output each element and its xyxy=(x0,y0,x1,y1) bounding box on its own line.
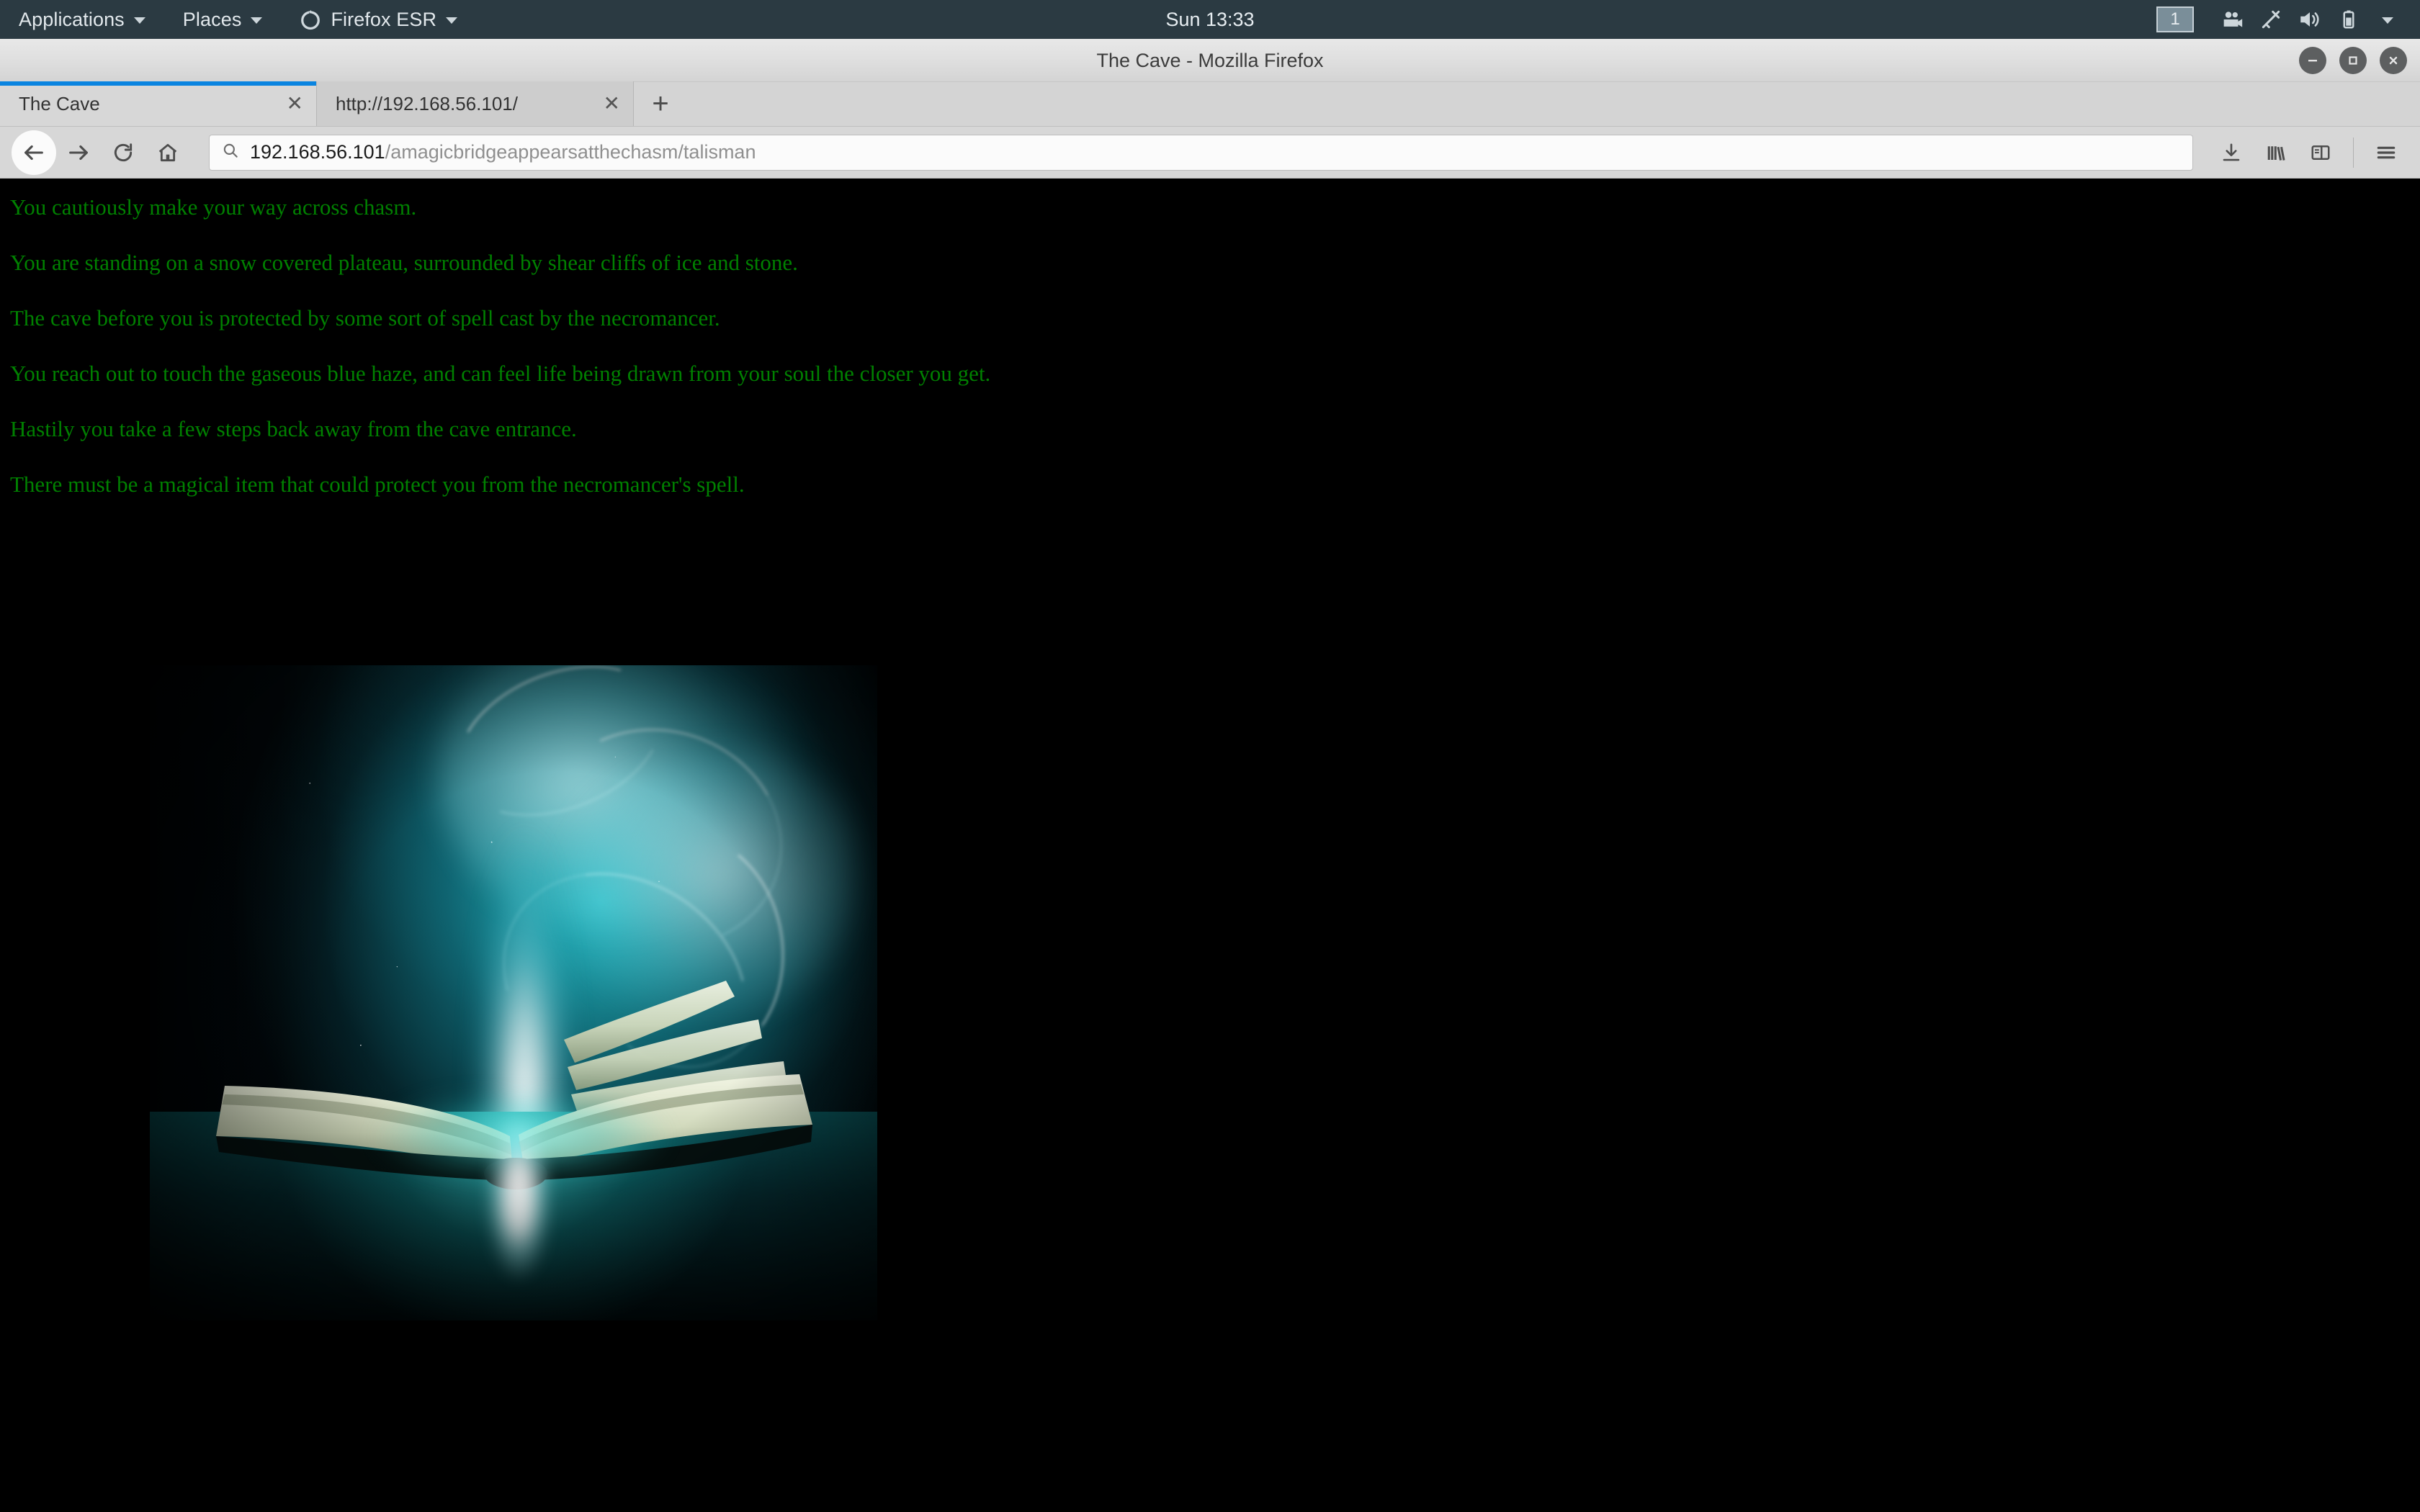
window-titlebar: The Cave - Mozilla Firefox xyxy=(0,39,2420,82)
reload-button[interactable] xyxy=(101,130,145,175)
screen-recorder-icon[interactable] xyxy=(2213,0,2251,39)
toolbar-right-buttons xyxy=(2209,130,2408,175)
workspace-number: 1 xyxy=(2170,9,2180,29)
story-line: Hastily you take a few steps back away f… xyxy=(10,416,577,441)
tab-the-cave[interactable]: The Cave ✕ xyxy=(0,81,317,126)
url-bar-text: 192.168.56.101/amagicbridgeappearsatthec… xyxy=(250,141,756,163)
tab-strip: The Cave ✕ http://192.168.56.101/ ✕ + xyxy=(0,81,2420,127)
new-tab-button[interactable]: + xyxy=(634,81,687,126)
downloads-button[interactable] xyxy=(2209,130,2254,175)
sidebar-button[interactable] xyxy=(2298,130,2343,175)
url-path: /amagicbridgeappearsatthechasm/talisman xyxy=(385,141,756,163)
tab-close-icon[interactable]: ✕ xyxy=(258,94,303,114)
minimize-button[interactable] xyxy=(2299,47,2326,74)
places-menu-label: Places xyxy=(182,8,242,30)
firefox-icon xyxy=(300,9,321,30)
url-host: 192.168.56.101 xyxy=(250,141,385,163)
firefox-window: The Cave - Mozilla Firefox The Cave ✕ ht… xyxy=(0,39,2420,1512)
workspace-indicator[interactable]: 1 xyxy=(2156,6,2194,32)
tab-close-icon[interactable]: ✕ xyxy=(575,94,620,114)
chevron-down-icon xyxy=(133,17,145,24)
story-line: You cautiously make your way across chas… xyxy=(10,194,417,220)
tab-label: The Cave xyxy=(19,92,100,114)
magic-book-image xyxy=(150,665,877,1320)
window-title: The Cave - Mozilla Firefox xyxy=(1096,50,1324,71)
tab-192-168-56-101[interactable]: http://192.168.56.101/ ✕ xyxy=(317,81,634,126)
system-menu-chevron-icon[interactable] xyxy=(2368,0,2407,39)
search-icon xyxy=(221,141,240,163)
story-line: You reach out to touch the gaseous blue … xyxy=(10,361,991,386)
page-content: You cautiously make your way across chas… xyxy=(0,179,2420,1512)
url-bar[interactable]: 192.168.56.101/amagicbridgeappearsatthec… xyxy=(209,134,2193,171)
tab-label: http://192.168.56.101/ xyxy=(336,92,518,114)
applications-menu[interactable]: Applications xyxy=(0,0,164,39)
chevron-down-icon xyxy=(251,17,263,24)
chevron-down-icon xyxy=(446,17,458,24)
library-button[interactable] xyxy=(2254,130,2298,175)
story-line: The cave before you is protected by some… xyxy=(10,305,720,330)
system-tray: 1 xyxy=(2156,0,2407,39)
home-button[interactable] xyxy=(145,130,190,175)
forward-button[interactable] xyxy=(56,130,101,175)
maximize-button[interactable] xyxy=(2339,47,2367,74)
back-button[interactable] xyxy=(12,130,56,175)
firefox-esr-menu[interactable]: Firefox ESR xyxy=(281,0,476,39)
desktop-top-panel: Applications Places Firefox ESR Sun 13:3… xyxy=(0,0,2420,39)
volume-icon[interactable] xyxy=(2290,0,2329,39)
window-controls xyxy=(2299,39,2407,82)
color-picker-icon[interactable] xyxy=(2251,0,2290,39)
artwork-vignette xyxy=(150,665,877,1320)
navigation-toolbar: 192.168.56.101/amagicbridgeappearsatthec… xyxy=(0,127,2420,179)
story-text: You cautiously make your way across chas… xyxy=(10,179,2410,498)
chevron-down-glyph xyxy=(2382,17,2393,24)
story-line: You are standing on a snow covered plate… xyxy=(10,250,798,275)
close-button[interactable] xyxy=(2380,47,2407,74)
story-line: There must be a magical item that could … xyxy=(10,472,745,497)
firefox-esr-menu-label: Firefox ESR xyxy=(331,8,437,30)
toolbar-separator xyxy=(2353,137,2354,168)
menu-button[interactable] xyxy=(2364,130,2408,175)
battery-icon[interactable] xyxy=(2329,0,2368,39)
places-menu[interactable]: Places xyxy=(164,0,282,39)
applications-menu-label: Applications xyxy=(19,8,125,30)
